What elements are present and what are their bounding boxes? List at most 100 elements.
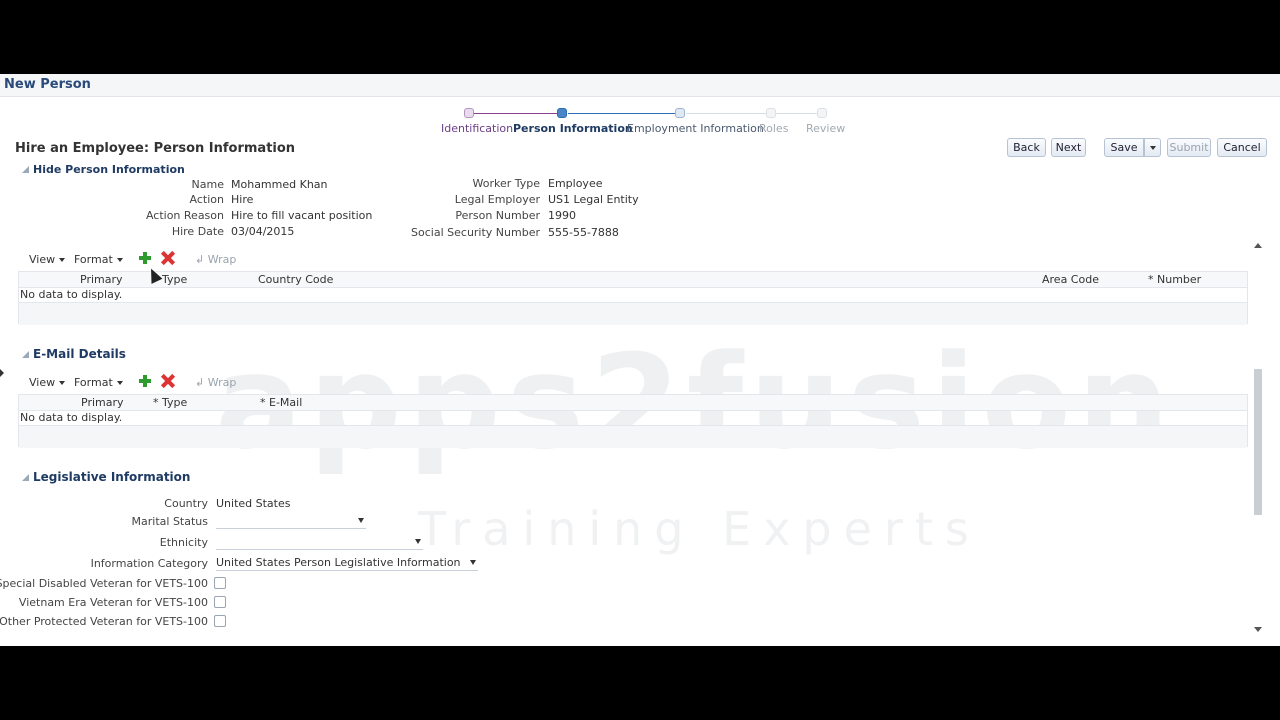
format-label: Format — [74, 376, 113, 389]
vietnam-era-veteran-checkbox[interactable] — [214, 596, 226, 608]
other-protected-veteran-checkbox[interactable] — [214, 615, 226, 627]
legislative-section-title: Legislative Information — [33, 470, 191, 484]
collapse-icon — [22, 166, 29, 173]
email-table-header: Primary * Type * E-Mail — [19, 395, 1247, 411]
chevron-down-icon — [116, 258, 123, 262]
legal-employer-label: Legal Employer — [454, 193, 540, 206]
train-node-person-information[interactable] — [557, 108, 567, 118]
chevron-down-icon — [470, 560, 476, 565]
ethnicity-select[interactable] — [216, 535, 423, 550]
train-node-employment-information[interactable] — [675, 108, 685, 118]
wrap-icon: ↲ — [195, 253, 208, 266]
train-step-employment-information[interactable]: Employment Information — [627, 122, 764, 135]
add-icon[interactable] — [138, 374, 152, 388]
panel-expand-icon[interactable] — [0, 369, 4, 377]
save-menu-button[interactable] — [1144, 138, 1161, 157]
save-button[interactable]: Save — [1104, 138, 1144, 157]
phone-toolbar: View Format ↲ Wrap — [29, 251, 269, 269]
chevron-down-icon — [116, 381, 123, 385]
worker-type-value: Employee — [548, 177, 603, 190]
marital-status-select[interactable] — [216, 514, 366, 529]
special-disabled-veteran-checkbox[interactable] — [214, 577, 226, 589]
col-type[interactable]: * Type — [153, 396, 187, 409]
no-data-message: No data to display. — [20, 411, 123, 424]
view-label: View — [29, 376, 56, 389]
other-protected-veteran-row: Other Protected Veteran for VETS-100 — [0, 614, 208, 630]
person-number-label: Person Number — [455, 209, 540, 222]
email-table-footer — [19, 425, 1247, 448]
legal-employer-value: US1 Legal Entity — [548, 193, 639, 206]
information-category-label: Information Category — [90, 557, 208, 570]
cancel-button[interactable]: Cancel — [1217, 138, 1267, 157]
format-label: Format — [74, 253, 113, 266]
train-connector — [776, 113, 818, 114]
person-info-right-values: Employee US1 Legal Entity 1990 555-55-78… — [548, 177, 748, 241]
train-step-person-information[interactable]: Person Information — [513, 122, 633, 135]
col-country-code[interactable]: Country Code — [258, 273, 333, 286]
phone-table: Primary Type Country Code Area Code * Nu… — [18, 271, 1248, 325]
page-title: Hire an Employee: Person Information — [15, 141, 296, 156]
train-connector — [686, 113, 766, 114]
person-info-right: Worker Type Legal Employer Person Number… — [300, 177, 540, 241]
marital-status-label: Marital Status — [131, 515, 208, 528]
no-data-message: No data to display. — [20, 288, 123, 301]
col-type[interactable]: Type — [162, 273, 187, 286]
delete-icon[interactable] — [161, 374, 175, 388]
format-menu[interactable]: Format — [74, 376, 123, 389]
name-label: Name — [191, 178, 224, 191]
ssn-value: 555-55-7888 — [548, 226, 619, 239]
ssn-label: Social Security Number — [411, 226, 540, 239]
col-number[interactable]: * Number — [1148, 273, 1201, 286]
scrollbar-thumb[interactable] — [1254, 369, 1262, 515]
train-connector — [568, 113, 676, 114]
hire-date-label: Hire Date — [171, 225, 224, 238]
collapse-icon — [22, 474, 29, 481]
train-step-roles: Roles — [759, 122, 789, 135]
phone-table-footer — [19, 302, 1247, 325]
train-node-identification[interactable] — [464, 108, 474, 118]
col-email[interactable]: * E-Mail — [260, 396, 302, 409]
country-label: Country — [164, 497, 208, 510]
special-disabled-veteran-row: Special Disabled Veteran for VETS-100 — [0, 576, 208, 592]
email-toolbar: View Format ↲ Wrap — [29, 374, 269, 392]
view-menu[interactable]: View — [29, 253, 66, 266]
marital-status-row: Marital Status — [0, 514, 208, 530]
information-category-select[interactable]: United States Person Legislative Informa… — [216, 556, 478, 571]
add-icon[interactable] — [138, 251, 152, 265]
col-primary[interactable]: Primary — [80, 273, 123, 286]
train-connector — [474, 113, 558, 114]
chevron-down-icon — [415, 539, 421, 544]
col-primary[interactable]: Primary — [81, 396, 124, 409]
person-number-value: 1990 — [548, 209, 576, 222]
worker-type-label: Worker Type — [472, 177, 540, 190]
delete-icon[interactable] — [161, 251, 175, 265]
train-node-roles — [766, 108, 776, 118]
action-label: Action — [189, 193, 224, 206]
legislative-section-header[interactable]: Legislative Information — [22, 470, 190, 484]
back-button[interactable]: Back — [1007, 138, 1046, 157]
col-area-code[interactable]: Area Code — [1042, 273, 1099, 286]
train-step-review: Review — [806, 122, 846, 135]
train-step-identification[interactable]: Identification — [441, 122, 513, 135]
vertical-scrollbar[interactable] — [1252, 243, 1262, 636]
watermark-subtitle: Training Experts — [418, 502, 981, 556]
information-category-value: United States Person Legislative Informa… — [216, 556, 461, 569]
country-row: Country — [0, 496, 208, 512]
vietnam-era-veteran-row: Vietnam Era Veteran for VETS-100 — [0, 595, 208, 611]
view-label: View — [29, 253, 56, 266]
wrap-button: ↲ Wrap — [195, 376, 236, 389]
view-menu[interactable]: View — [29, 376, 66, 389]
information-category-row: Information Category — [0, 556, 208, 572]
hide-person-information-toggle[interactable]: Hide Person Information — [22, 163, 185, 176]
person-info-left: Name Action Action Reason Hire Date — [0, 178, 224, 242]
scroll-down-icon[interactable] — [1254, 627, 1262, 632]
action-reason-label: Action Reason — [145, 209, 224, 222]
email-table: Primary * Type * E-Mail No data to displ… — [18, 394, 1248, 448]
next-button[interactable]: Next — [1051, 138, 1086, 157]
window-titlebar: New Person — [0, 74, 1280, 97]
format-menu[interactable]: Format — [74, 253, 123, 266]
wrap-icon: ↲ — [195, 376, 208, 389]
scroll-up-icon[interactable] — [1254, 243, 1262, 248]
email-section-header[interactable]: E-Mail Details — [22, 347, 126, 361]
app-window: apps2fusion Training Experts New Person … — [0, 74, 1280, 646]
